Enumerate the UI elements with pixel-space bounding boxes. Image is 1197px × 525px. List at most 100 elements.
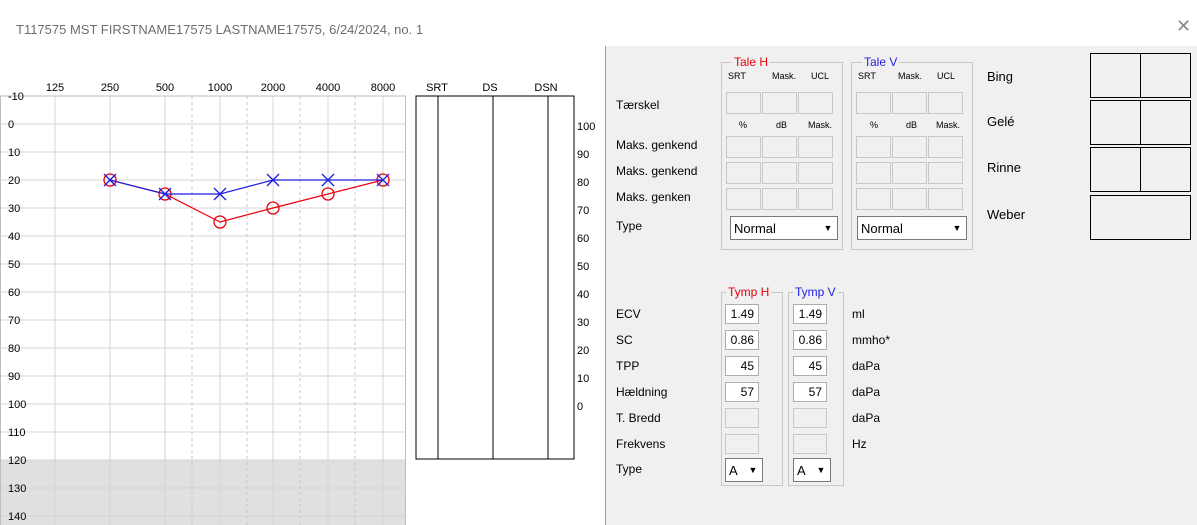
audiogram-chart[interactable]: 125 250 500 1000 2000 4000 8000-10010203040506… [0, 46, 605, 525]
tymp-row-label: T. Bredd [616, 411, 661, 425]
speech-maks-field[interactable] [928, 188, 963, 210]
tymp-right-field[interactable]: 0.86 [725, 330, 759, 350]
weber-box[interactable] [1090, 195, 1191, 240]
ucl-left-field[interactable] [928, 92, 963, 114]
speech-maks-field[interactable] [928, 136, 963, 158]
col-header-mask2-l: Mask. [936, 120, 961, 130]
rinne-left-box[interactable] [1140, 147, 1191, 192]
gele-label: Gelé [987, 114, 1015, 129]
db-label: 20 [8, 175, 20, 187]
col-header-ucl-l: UCL [937, 71, 956, 81]
masked-region [0, 460, 405, 525]
speech-maks-field[interactable] [726, 136, 761, 158]
tymp-right-field[interactable]: 1.49 [725, 304, 759, 324]
bing-left-box[interactable] [1140, 53, 1191, 98]
tymp-type-left-dropdown[interactable]: A ▼ [793, 458, 831, 482]
percent-label: 70 [577, 205, 589, 217]
frequency-label: 500 [156, 82, 174, 94]
speech-maks-field[interactable] [928, 162, 963, 184]
row-label-taerskel: Tærskel [616, 98, 660, 112]
percent-label: 60 [577, 233, 589, 245]
percent-label: 40 [577, 289, 589, 301]
srt-left-field[interactable] [856, 92, 891, 114]
tymp-left-field[interactable]: 0.86 [793, 330, 827, 350]
speech-maks-field[interactable] [856, 188, 891, 210]
col-header-mask-l: Mask. [898, 71, 923, 81]
col-header-mask2-r: Mask. [808, 120, 833, 130]
frequency-label: 4000 [316, 82, 340, 94]
speech-column-label: SRT [426, 82, 448, 94]
mask-left-field[interactable] [892, 92, 927, 114]
audiogram-area: 125 250 500 1000 2000 4000 8000 -10 0 10 20 30 40 50 6… [0, 46, 605, 525]
gele-left-box[interactable] [1140, 100, 1191, 145]
speech-maks-field[interactable] [798, 188, 833, 210]
close-icon[interactable]: ✕ [1176, 17, 1191, 35]
tymp-row-label: Frekvens [616, 437, 666, 451]
col-header-mask-r: Mask. [772, 71, 797, 81]
percent-label: 30 [577, 317, 589, 329]
tymp-row-label: SC [616, 333, 633, 347]
srt-right-field[interactable] [726, 92, 761, 114]
speech-maks-field[interactable] [856, 136, 891, 158]
frequency-label: 8000 [371, 82, 395, 94]
speech-type-left-dropdown[interactable]: Normal ▼ [857, 216, 967, 240]
db-label: 40 [8, 231, 20, 243]
speech-type-right-dropdown[interactable]: Normal ▼ [730, 216, 838, 240]
tymp-left-field[interactable] [793, 408, 827, 428]
speech-maks-field[interactable] [798, 162, 833, 184]
speech-type-left-value: Normal [861, 221, 903, 236]
ucl-right-field[interactable] [798, 92, 833, 114]
percent-label: 20 [577, 345, 589, 357]
tymp-unit-label: daPa [852, 411, 881, 425]
speech-maks-field[interactable] [856, 162, 891, 184]
tymp-type-right-dropdown[interactable]: A ▼ [725, 458, 763, 482]
mask-right-field[interactable] [762, 92, 797, 114]
db-label: 100 [8, 399, 26, 411]
db-label: 70 [8, 315, 20, 327]
tymp-left-field[interactable]: 57 [793, 382, 827, 402]
speech-maks-field[interactable] [798, 136, 833, 158]
db-label: 110 [8, 427, 26, 439]
tymp-left-field[interactable]: 1.49 [793, 304, 827, 324]
rinne-right-box[interactable] [1090, 147, 1141, 192]
results-panel: Tale H Tale V SRT Mask. UCL SRT Mask. UC… [605, 46, 1197, 525]
percent-label: 0 [577, 401, 583, 413]
col-header-pct-l: % [870, 120, 879, 130]
speech-maks-field[interactable] [726, 188, 761, 210]
tymp-right-field[interactable] [725, 408, 759, 428]
col-header-srt-r: SRT [728, 71, 746, 81]
tymp-row-label: TPP [616, 359, 640, 373]
tymp-unit-label: daPa [852, 359, 881, 373]
speech-maks-field[interactable] [726, 162, 761, 184]
db-label: 0 [8, 119, 14, 131]
speech-maks-field[interactable] [762, 188, 797, 210]
speech-maks-field[interactable] [762, 136, 797, 158]
db-label: 140 [8, 511, 26, 523]
chevron-down-icon[interactable]: ▼ [948, 217, 966, 239]
row-label-maks-1: Maks. genkend [616, 138, 698, 152]
speech-column-label: DS [482, 82, 497, 94]
db-label: 60 [8, 287, 20, 299]
gele-right-box[interactable] [1090, 100, 1141, 145]
chevron-down-icon[interactable]: ▼ [744, 459, 762, 481]
speech-maks-field[interactable] [892, 188, 927, 210]
tymp-left-field[interactable] [793, 434, 827, 454]
tymp-unit-label: ml [852, 307, 865, 321]
chevron-down-icon[interactable]: ▼ [819, 217, 837, 239]
speech-maks-field[interactable] [892, 136, 927, 158]
tymp-unit-label: Hz [852, 437, 867, 451]
tymp-row-label: Hældning [616, 385, 668, 399]
speech-maks-field[interactable] [892, 162, 927, 184]
tymp-right-field[interactable]: 45 [725, 356, 759, 376]
tymp-right-title: Tymp H [726, 285, 772, 299]
chevron-down-icon[interactable]: ▼ [812, 459, 830, 481]
percent-label: 50 [577, 261, 589, 273]
tymp-right-field[interactable] [725, 434, 759, 454]
tymp-type-label: Type [616, 462, 643, 476]
tymp-right-field[interactable]: 57 [725, 382, 759, 402]
tymp-left-field[interactable]: 45 [793, 356, 827, 376]
speech-maks-field[interactable] [762, 162, 797, 184]
bing-right-box[interactable] [1090, 53, 1141, 98]
db-label: 90 [8, 371, 20, 383]
col-header-srt-l: SRT [858, 71, 876, 81]
